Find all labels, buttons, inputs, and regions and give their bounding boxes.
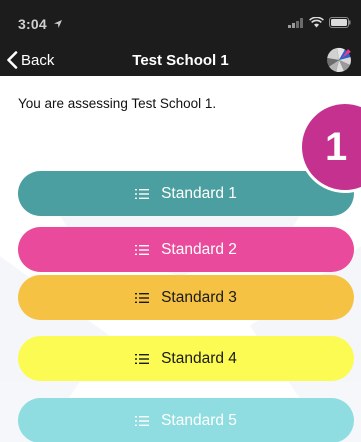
standard-label: Standard 5 [161,411,237,429]
list-icon [135,292,150,303]
standard-label: Standard 3 [161,288,237,306]
status-time: 3:04 [18,16,63,32]
wifi-icon [309,17,324,28]
standard-1-button[interactable]: Standard 1 [18,171,354,216]
main-content: You are assessing Test School 1. 1 Stand… [0,76,361,442]
status-bar: 3:04 [0,0,361,44]
standard-3-button[interactable]: Standard 3 [18,275,354,320]
list-icon [135,244,150,255]
list-icon [135,188,150,199]
page-title: Test School 1 [132,52,229,69]
list-icon [135,353,150,364]
standard-2-button[interactable]: Standard 2 [18,227,354,272]
standard-4-button[interactable]: Standard 4 [18,336,354,381]
assessing-message: You are assessing Test School 1. [18,96,217,111]
standard-5-button[interactable]: Standard 5 [18,398,354,442]
status-indicators [288,17,351,28]
signal-icon [288,17,303,28]
battery-icon [329,17,351,28]
standard-label: Standard 2 [161,240,237,258]
list-icon [135,415,150,426]
standard-label: Standard 4 [161,349,237,367]
location-arrow-icon [53,20,62,28]
pinwheel-logo-icon[interactable] [325,46,353,74]
navigation-bar: Back Test School 1 [0,44,361,76]
badge-number: 1 [325,124,348,169]
top-bar: 3:04 Back Test School 1 [0,0,361,76]
standard-label: Standard 1 [161,184,237,202]
